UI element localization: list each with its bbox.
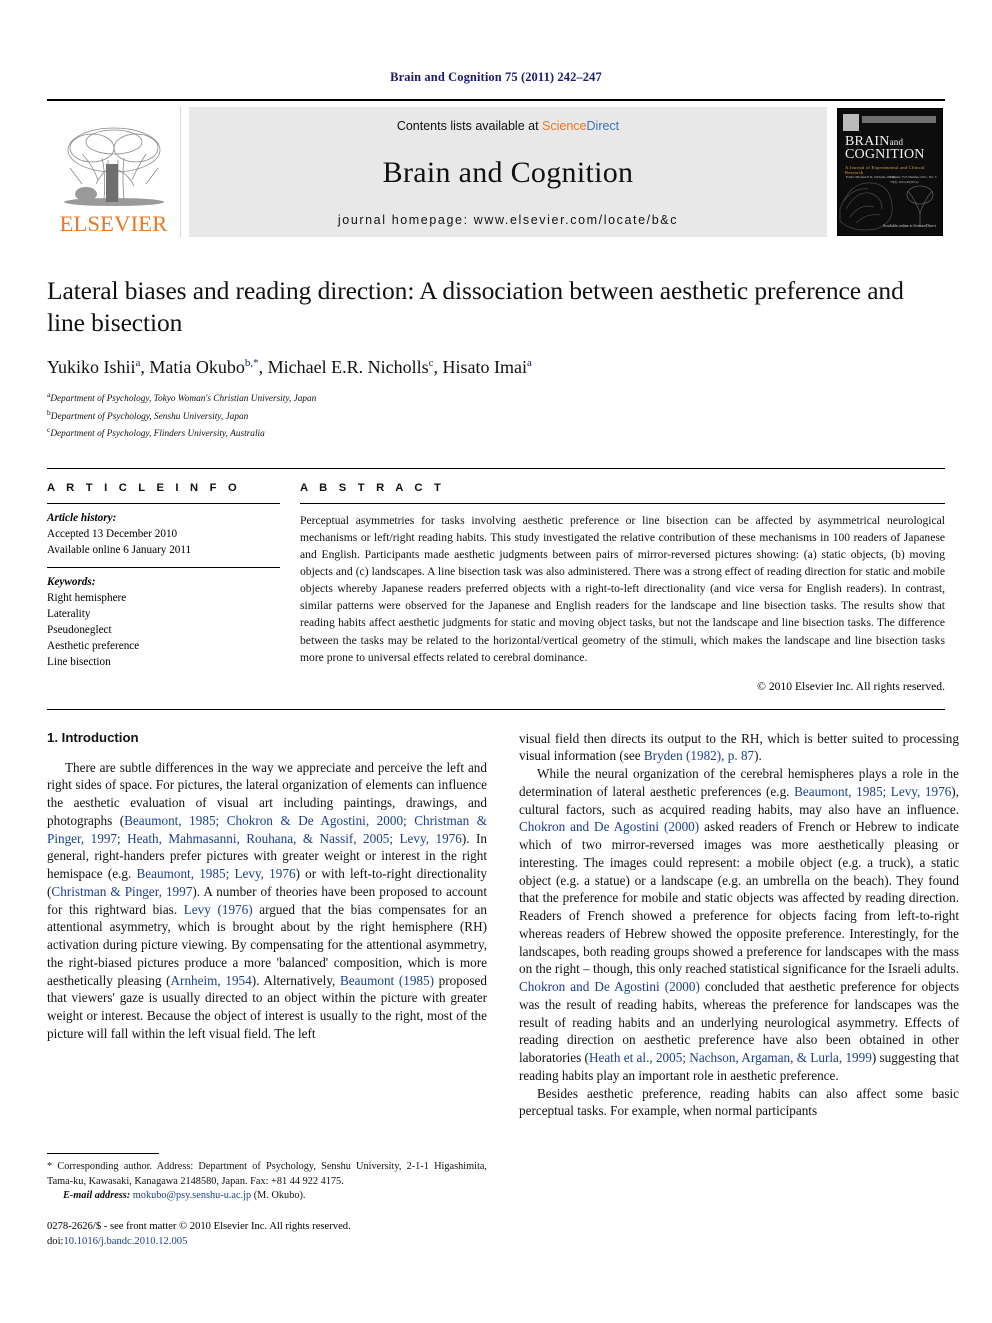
citation-group-2[interactable]: Beaumont, 1985; Levy, 1976 bbox=[137, 866, 296, 881]
journal-cover-thumbnail: BRAINand COGNITION A Journal of Experime… bbox=[837, 108, 943, 236]
running-head: Brain and Cognition 75 (2011) 242–247 bbox=[390, 70, 602, 84]
cover-title-cognition: COGNITION bbox=[845, 147, 925, 163]
journal-article-page: Brain and Cognition 75 (2011) 242–247 EL… bbox=[0, 0, 992, 1323]
article-history-accepted: Accepted 13 December 2010 bbox=[47, 528, 178, 541]
email-address-link[interactable]: mokubo@psy.senshu-u.ac.jp bbox=[133, 1190, 251, 1201]
keyword-item: Aesthetic preference bbox=[47, 639, 140, 652]
corresponding-author-footnote: * Corresponding author. Address: Departm… bbox=[47, 1160, 487, 1189]
paragraph-intro-right-1: While the neural organization of the cer… bbox=[519, 765, 959, 1085]
elsevier-logo-block: ELSEVIER bbox=[47, 107, 181, 237]
affiliation-list: aDepartment of Psychology, Tokyo Woman's… bbox=[47, 389, 945, 443]
article-info-column: A R T I C L E I N F O Article history: A… bbox=[47, 482, 300, 692]
keywords-block: Keywords: Right hemisphere Laterality Ps… bbox=[47, 568, 280, 678]
citation-group-7[interactable]: Bryden (1982), p. 87 bbox=[644, 748, 754, 763]
author-name: Michael E.R. Nicholls bbox=[267, 356, 429, 377]
journal-homepage-line[interactable]: journal homepage: www.elsevier.com/locat… bbox=[338, 213, 678, 227]
citation-group-5[interactable]: Arnheim, 1954 bbox=[171, 973, 252, 988]
journal-masthead: ELSEVIER Contents lists available at Sci… bbox=[47, 99, 945, 237]
author-name: Yukiko Ishii bbox=[47, 356, 136, 377]
citation-group-8[interactable]: Beaumont, 1985; Levy, 1976 bbox=[794, 784, 951, 799]
keyword-item: Line bisection bbox=[47, 655, 111, 668]
author-affiliation-marker: b,* bbox=[244, 356, 259, 369]
footnote-text: Corresponding author. Address: Departmen… bbox=[47, 1161, 487, 1187]
cover-title: BRAINand COGNITION bbox=[845, 135, 937, 162]
doi-link[interactable]: 10.1016/j.bandc.2010.12.005 bbox=[63, 1236, 187, 1247]
body-columns: 1. Introduction There are subtle differe… bbox=[47, 730, 959, 1250]
sciencedirect-direct-word: Direct bbox=[586, 119, 620, 133]
affiliation-item: bDepartment of Psychology, Senshu Univer… bbox=[47, 407, 945, 425]
article-history-block: Article history: Accepted 13 December 20… bbox=[47, 504, 280, 567]
citation-group-11[interactable]: Heath et al., 2005; Nachson, Argaman, & … bbox=[589, 1050, 872, 1065]
journal-cover-block: BRAINand COGNITION A Journal of Experime… bbox=[835, 107, 945, 237]
contents-prefix: Contents lists available at bbox=[396, 119, 543, 133]
elsevier-tree-icon bbox=[63, 127, 164, 206]
citation-group-3[interactable]: Christman & Pinger, 1997 bbox=[51, 884, 192, 899]
cover-subtitle: A Journal of Experimental and Clinical R… bbox=[845, 165, 925, 175]
email-owner: (M. Okubo). bbox=[251, 1190, 306, 1202]
cover-title-and: and bbox=[889, 137, 904, 147]
paragraph-intro-right-0: visual field then directs its output to … bbox=[519, 730, 959, 766]
right-text-b: ). bbox=[754, 748, 762, 764]
affiliation-text: Department of Psychology, Flinders Unive… bbox=[50, 429, 265, 440]
author-name: Matia Okubo bbox=[149, 356, 245, 377]
body-column-right: visual field then directs its output to … bbox=[519, 730, 959, 1250]
section-heading-introduction: 1. Introduction bbox=[47, 729, 139, 745]
journal-banner: Contents lists available at ScienceDirec… bbox=[189, 107, 827, 237]
cover-meta-left: Editor Michael E.R. Nicholls, Ph.D. bbox=[846, 175, 896, 179]
doi-line: doi:10.1016/j.bandc.2010.12.005 bbox=[47, 1234, 487, 1249]
citation-group-10[interactable]: Chokron and De Agostini (2000) bbox=[519, 979, 700, 994]
email-label: E-mail address: bbox=[63, 1190, 131, 1202]
article-title: Lateral biases and reading direction: A … bbox=[47, 276, 904, 338]
keyword-item: Pseudoneglect bbox=[47, 623, 112, 636]
journal-title: Brain and Cognition bbox=[382, 156, 634, 189]
info-and-abstract: A R T I C L E I N F O Article history: A… bbox=[47, 468, 945, 693]
abstract-heading: A B S T R A C T bbox=[300, 482, 446, 495]
cover-footer-note: Available online at ScienceDirect bbox=[882, 223, 936, 229]
affiliation-item: aDepartment of Psychology, Tokyo Woman's… bbox=[47, 389, 945, 407]
cover-meta-right: Volume 75/3 Number 2011, Vol. 3 75(3) 12… bbox=[890, 175, 937, 185]
abstract-text: Perceptual asymmetries for tasks involvi… bbox=[300, 514, 945, 664]
citation-group-9[interactable]: Chokron and De Agostini (2000) bbox=[519, 819, 699, 834]
imprint-block: 0278-2626/$ - see front matter © 2010 El… bbox=[47, 1219, 487, 1250]
keyword-item: Laterality bbox=[47, 607, 91, 620]
paragraph-intro-left: There are subtle differences in the way … bbox=[47, 759, 487, 1043]
affiliation-text: Department of Psychology, Senshu Univers… bbox=[50, 411, 249, 422]
paragraph-intro-right-2: Besides aesthetic preference, reading ha… bbox=[519, 1085, 959, 1119]
article-history-label: Article history: bbox=[47, 512, 117, 525]
title-area: Lateral biases and reading direction: A … bbox=[47, 275, 945, 442]
citation-group-4[interactable]: Levy (1976) bbox=[184, 902, 253, 917]
email-footnote: E-mail address: mokubo@psy.senshu-u.ac.j… bbox=[47, 1189, 487, 1204]
contents-lists-line: Contents lists available at ScienceDirec… bbox=[397, 119, 619, 133]
intro-text-f: ). Alternatively, bbox=[251, 972, 340, 988]
abstract-column: A B S T R A C T Perceptual asymmetries f… bbox=[300, 482, 945, 693]
affiliation-item: cDepartment of Psychology, Flinders Univ… bbox=[47, 424, 945, 442]
issn-line: 0278-2626/$ - see front matter © 2010 El… bbox=[47, 1220, 351, 1232]
sciencedirect-science-word: Science bbox=[542, 119, 587, 133]
footnote-area: * Corresponding author. Address: Departm… bbox=[47, 1153, 487, 1250]
article-info-heading: A R T I C L E I N F O bbox=[47, 482, 241, 495]
author-affiliation-marker: c bbox=[428, 356, 434, 369]
abstract-copyright: © 2010 Elsevier Inc. All rights reserved… bbox=[757, 679, 945, 693]
affiliation-text: Department of Psychology, Tokyo Woman's … bbox=[50, 393, 317, 404]
keywords-label: Keywords: bbox=[47, 576, 96, 588]
author-affiliation-marker: a bbox=[135, 356, 141, 369]
keyword-item: Right hemisphere bbox=[47, 591, 127, 604]
article-history-online: Available online 6 January 2011 bbox=[47, 544, 192, 557]
doi-label: doi: bbox=[47, 1236, 64, 1248]
elsevier-wordmark: ELSEVIER bbox=[59, 210, 168, 236]
author-affiliation-marker: a bbox=[527, 356, 532, 369]
footnote-rule bbox=[47, 1153, 159, 1155]
right-text-e: asked readers of French or Hebrew to ind… bbox=[519, 819, 960, 977]
author-list: Yukiko Ishiia, Matia Okubob,*, Michael E… bbox=[47, 356, 532, 377]
body-separator-rule bbox=[47, 708, 945, 710]
author-name: Hisato Imai bbox=[442, 356, 527, 377]
citation-group-6[interactable]: Beaumont (1985) bbox=[340, 973, 434, 988]
sciencedirect-link[interactable]: ScienceDirect bbox=[542, 119, 619, 133]
body-column-left: 1. Introduction There are subtle differe… bbox=[47, 730, 487, 1250]
